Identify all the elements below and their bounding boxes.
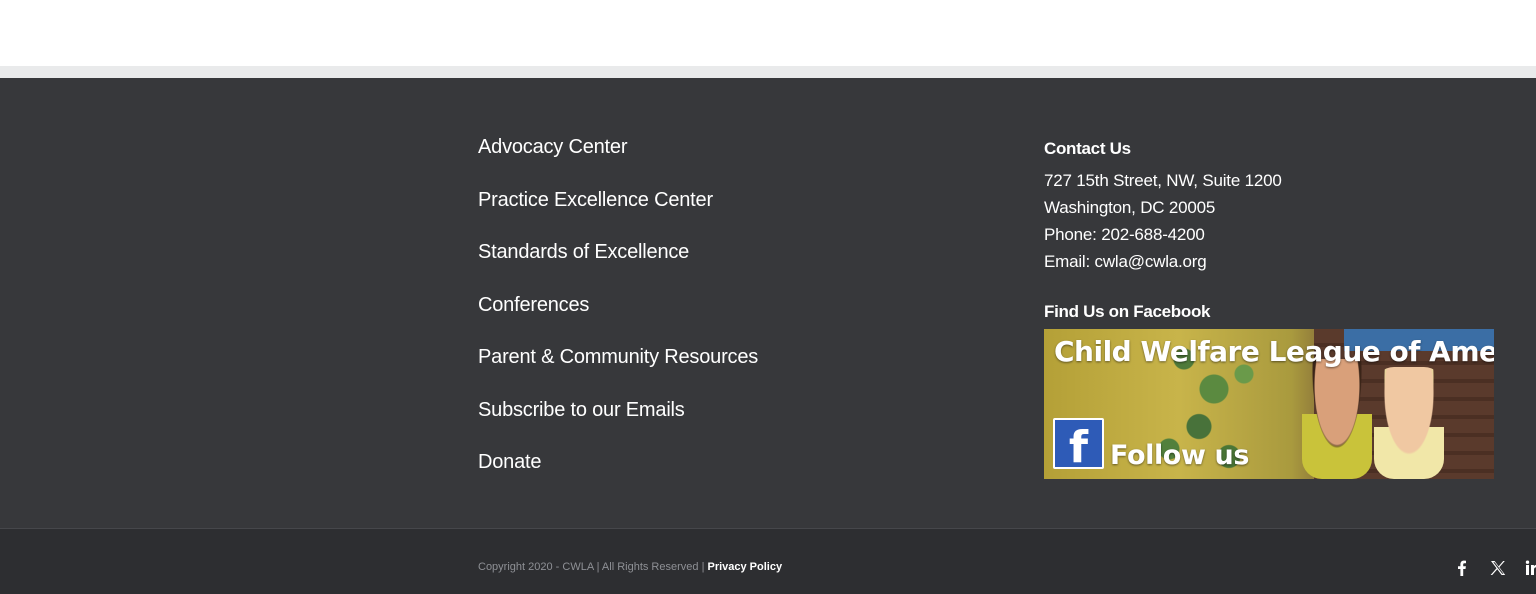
- phone-text: Phone: 202-688-4200: [1044, 225, 1205, 244]
- nav-link-conferences[interactable]: Conferences: [478, 294, 589, 316]
- email-text[interactable]: Email: cwla@cwla.org: [1044, 248, 1282, 275]
- privacy-policy-link[interactable]: Privacy Policy: [707, 561, 782, 573]
- copyright-text: Copyright 2020 - CWLA | All Rights Reser…: [478, 561, 708, 573]
- footer-nav-item: Parent & Community Resources: [478, 341, 758, 394]
- page-content-end: [0, 0, 1536, 66]
- x-icon[interactable]: [1486, 556, 1510, 580]
- nav-link-practice-excellence-center[interactable]: Practice Excellence Center: [478, 189, 713, 211]
- banner-title: Child Welfare League of America: [1054, 335, 1494, 368]
- banner-child-image: [1302, 359, 1372, 479]
- address-line-1: 727 15th Street, NW, Suite 1200: [1044, 171, 1282, 190]
- banner-follow-text: Follow us: [1110, 440, 1249, 471]
- contact-heading: Contact Us: [1044, 139, 1131, 158]
- footer-nav-item: Practice Excellence Center: [478, 184, 758, 237]
- footer-top-divider: [0, 66, 1536, 78]
- footer-nav-item: Subscribe to our Emails: [478, 394, 758, 447]
- linkedin-icon[interactable]: [1522, 556, 1536, 580]
- nav-link-parent-community-resources[interactable]: Parent & Community Resources: [478, 346, 758, 368]
- nav-link-standards-of-excellence[interactable]: Standards of Excellence: [478, 241, 689, 263]
- contact-widget: Contact Us 727 15th Street, NW, Suite 12…: [1044, 136, 1282, 275]
- copyright-notice: Copyright 2020 - CWLA | All Rights Reser…: [478, 559, 782, 575]
- address-line-2: Washington, DC 20005: [1044, 198, 1216, 217]
- nav-link-subscribe-emails[interactable]: Subscribe to our Emails: [478, 399, 685, 421]
- nav-link-donate[interactable]: Donate: [478, 451, 541, 473]
- footer-nav-item: Advocacy Center: [478, 131, 758, 184]
- facebook-icon[interactable]: [1450, 556, 1474, 580]
- nav-link-advocacy-center[interactable]: Advocacy Center: [478, 136, 627, 158]
- footer-nav-item: Standards of Excellence: [478, 236, 758, 289]
- banner-toddler-image: [1374, 367, 1444, 479]
- footer-nav-item: Conferences: [478, 289, 758, 342]
- facebook-follow-banner[interactable]: Child Welfare League of America f Follow…: [1044, 329, 1494, 479]
- facebook-heading: Find Us on Facebook: [1044, 302, 1211, 321]
- footer-nav-item: Donate: [478, 446, 758, 499]
- footer-nav-menu: Advocacy Center Practice Excellence Cent…: [478, 131, 758, 499]
- facebook-logo-icon: f: [1053, 418, 1104, 473]
